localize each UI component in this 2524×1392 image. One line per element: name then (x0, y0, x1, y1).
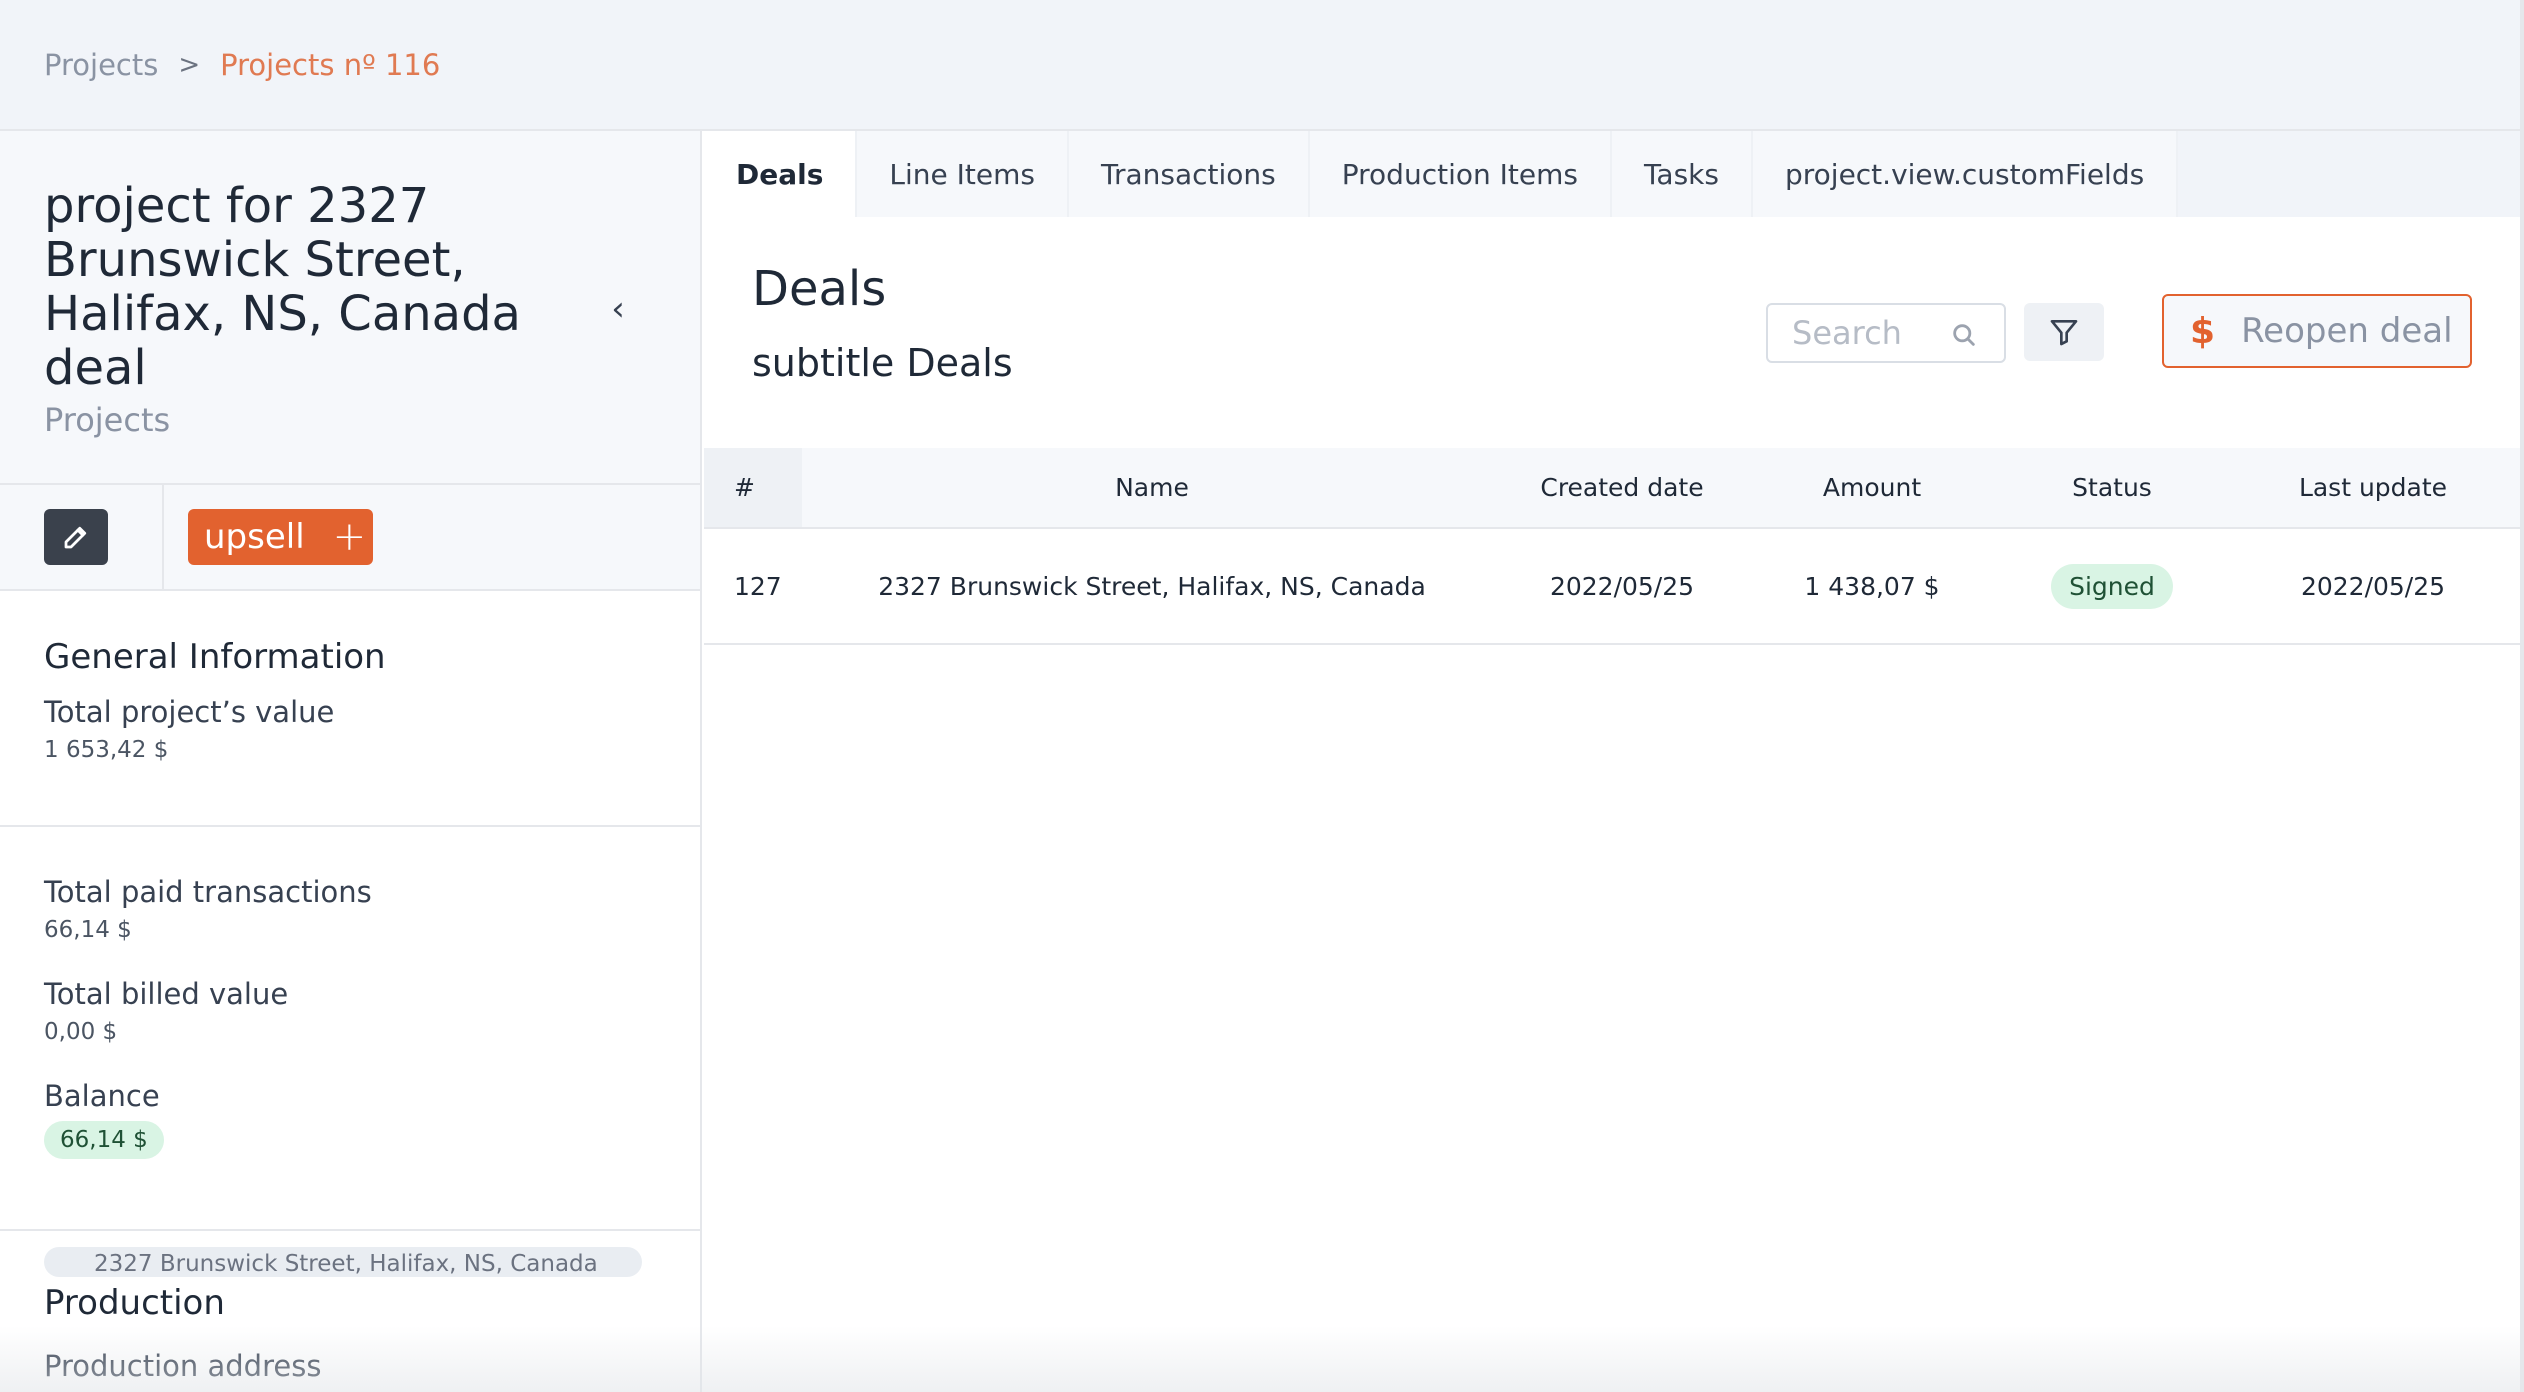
breadcrumb-projects-link[interactable]: Projects (44, 48, 158, 82)
chevron-left-icon[interactable]: ‹ (604, 291, 632, 327)
production-title: Production (44, 1283, 225, 1323)
filter-button[interactable] (2024, 303, 2104, 361)
tab-bar-filler (2178, 131, 2524, 217)
general-information-section: General Information Total project’s valu… (0, 591, 700, 827)
dollar-icon: $ (2190, 310, 2216, 352)
tab-bar: Deals Line Items Transactions Production… (704, 131, 2524, 217)
balance-badge: 66,14 $ (44, 1121, 164, 1159)
tab-tasks[interactable]: Tasks (1611, 131, 1753, 217)
deal-status-cell: Signed (2002, 528, 2222, 645)
filter-icon (2050, 320, 2078, 346)
main-content: Deals Line Items Transactions Production… (704, 131, 2524, 1392)
column-header-name[interactable]: Name (802, 448, 1502, 529)
general-information-title: General Information (44, 637, 386, 677)
deals-subtitle: subtitle Deals (752, 341, 1013, 385)
divider (162, 485, 164, 591)
tab-line-items[interactable]: Line Items (857, 131, 1069, 217)
scrollbar[interactable] (2520, 0, 2524, 1392)
tab-deals[interactable]: Deals (704, 131, 858, 217)
breadcrumb-current: Projects nº 116 (220, 47, 441, 82)
pencil-icon (64, 526, 87, 549)
billed-value-label: Total billed value (44, 977, 289, 1011)
search-icon (1953, 324, 1975, 346)
breadcrumb: Projects > Projects nº 116 (0, 0, 2524, 131)
search-field[interactable] (1766, 303, 2006, 363)
balance-label: Balance (44, 1079, 160, 1113)
billed-value: 0,00 $ (44, 1019, 118, 1045)
status-badge: Signed (2051, 563, 2173, 609)
column-header-last-update[interactable]: Last update (2222, 448, 2524, 529)
total-value-label: Total project’s value (44, 695, 335, 729)
project-header: project for 2327 Brunswick Street, Halif… (0, 131, 700, 485)
deal-number: 127 (704, 528, 802, 645)
tab-production-items[interactable]: Production Items (1309, 131, 1612, 217)
plus-icon: + (332, 514, 367, 560)
column-header-created-date[interactable]: Created date (1502, 448, 1742, 529)
paid-transactions-value: 66,14 $ (44, 917, 132, 943)
column-header-amount[interactable]: Amount (1742, 448, 2002, 529)
tab-transactions[interactable]: Transactions (1068, 131, 1310, 217)
reopen-deal-button[interactable]: $ Reopen deal (2162, 294, 2472, 368)
paid-transactions-label: Total paid transactions (44, 875, 372, 909)
deals-title: Deals (752, 261, 887, 317)
upsell-label: upsell (204, 517, 305, 557)
deal-name: 2327 Brunswick Street, Halifax, NS, Cana… (802, 528, 1502, 645)
table-header-row: # Name Created date Amount Status Last u… (704, 448, 2524, 529)
financial-summary-section: Total paid transactions 66,14 $ Total bi… (0, 827, 700, 1231)
deal-last-update: 2022/05/25 (2222, 528, 2524, 645)
search-input[interactable] (1792, 314, 1942, 352)
production-address-label: Production address (44, 1349, 322, 1383)
upsell-button[interactable]: upsell + (188, 509, 373, 565)
tab-custom-fields[interactable]: project.view.customFields (1752, 131, 2179, 217)
project-subtitle: Projects (44, 401, 171, 439)
deals-table: # Name Created date Amount Status Last u… (704, 448, 2524, 645)
column-header-status[interactable]: Status (2002, 448, 2222, 529)
project-sidebar: project for 2327 Brunswick Street, Halif… (0, 131, 702, 1392)
total-value: 1 653,42 $ (44, 737, 169, 763)
column-header-number[interactable]: # (704, 448, 802, 529)
edit-button[interactable] (44, 509, 108, 565)
project-actions: upsell + (0, 485, 700, 591)
production-address-chip[interactable]: 2327 Brunswick Street, Halifax, NS, Cana… (44, 1247, 642, 1277)
breadcrumb-separator-icon: > (178, 49, 201, 80)
deal-created-date: 2022/05/25 (1502, 528, 1742, 645)
table-row[interactable]: 127 2327 Brunswick Street, Halifax, NS, … (704, 528, 2524, 645)
deal-amount: 1 438,07 $ (1742, 528, 2002, 645)
reopen-deal-label: Reopen deal (2241, 311, 2453, 351)
project-title: project for 2327 Brunswick Street, Halif… (44, 178, 521, 396)
